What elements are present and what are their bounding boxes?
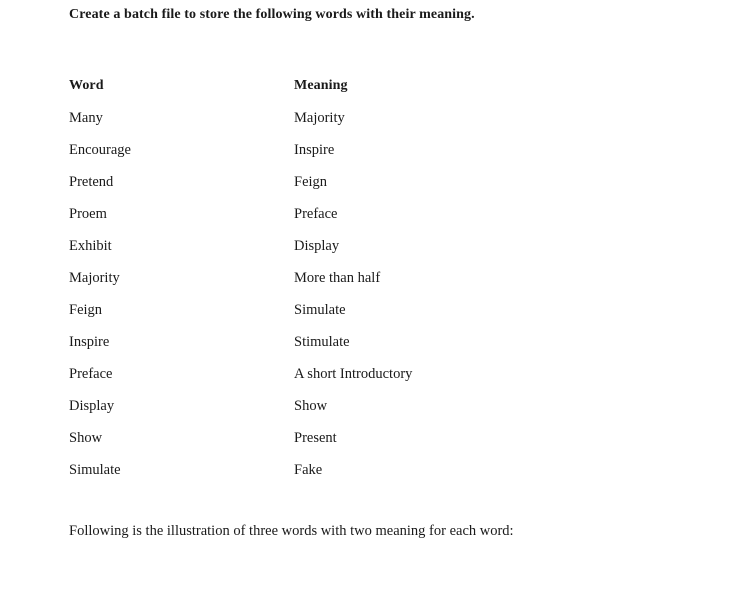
cell-word: Inspire bbox=[69, 326, 294, 358]
cell-word: Show bbox=[69, 422, 294, 454]
cell-word: Majority bbox=[69, 262, 294, 294]
table-row: Proem Preface bbox=[69, 198, 629, 230]
table-row: Display Show bbox=[69, 390, 629, 422]
table-row: Pretend Feign bbox=[69, 166, 629, 198]
table-row: Show Present bbox=[69, 422, 629, 454]
table-row: Inspire Stimulate bbox=[69, 326, 629, 358]
cell-word: Display bbox=[69, 390, 294, 422]
cell-meaning: Simulate bbox=[294, 294, 629, 326]
table-row: Encourage Inspire bbox=[69, 134, 629, 166]
table-header: Word Meaning bbox=[69, 70, 629, 102]
cell-meaning: Majority bbox=[294, 102, 629, 134]
cell-meaning: Present bbox=[294, 422, 629, 454]
table-header-row: Word Meaning bbox=[69, 70, 629, 102]
cell-meaning: Stimulate bbox=[294, 326, 629, 358]
column-header-word: Word bbox=[69, 70, 294, 102]
cell-word: Pretend bbox=[69, 166, 294, 198]
cell-word: Encourage bbox=[69, 134, 294, 166]
cell-meaning: A short Introductory bbox=[294, 358, 629, 390]
cell-word: Proem bbox=[69, 198, 294, 230]
page-title: Create a batch file to store the followi… bbox=[69, 5, 689, 24]
cell-word: Feign bbox=[69, 294, 294, 326]
cell-word: Exhibit bbox=[69, 230, 294, 262]
table-row: Many Majority bbox=[69, 102, 629, 134]
cell-meaning: Fake bbox=[294, 454, 629, 486]
cell-word: Preface bbox=[69, 358, 294, 390]
column-header-meaning: Meaning bbox=[294, 70, 629, 102]
cell-meaning: Feign bbox=[294, 166, 629, 198]
table-body: Many Majority Encourage Inspire Pretend … bbox=[69, 102, 629, 486]
cell-meaning: Show bbox=[294, 390, 629, 422]
table-row: Exhibit Display bbox=[69, 230, 629, 262]
cell-meaning: Inspire bbox=[294, 134, 629, 166]
cell-meaning: Display bbox=[294, 230, 629, 262]
cell-word: Many bbox=[69, 102, 294, 134]
word-meaning-table: Word Meaning Many Majority Encourage Ins… bbox=[69, 70, 629, 486]
footer-note: Following is the illustration of three w… bbox=[69, 521, 709, 541]
table-row: Preface A short Introductory bbox=[69, 358, 629, 390]
document-page: Create a batch file to store the followi… bbox=[0, 0, 736, 593]
cell-meaning: More than half bbox=[294, 262, 629, 294]
cell-word: Simulate bbox=[69, 454, 294, 486]
table-row: Majority More than half bbox=[69, 262, 629, 294]
table-row: Feign Simulate bbox=[69, 294, 629, 326]
cell-meaning: Preface bbox=[294, 198, 629, 230]
table-row: Simulate Fake bbox=[69, 454, 629, 486]
